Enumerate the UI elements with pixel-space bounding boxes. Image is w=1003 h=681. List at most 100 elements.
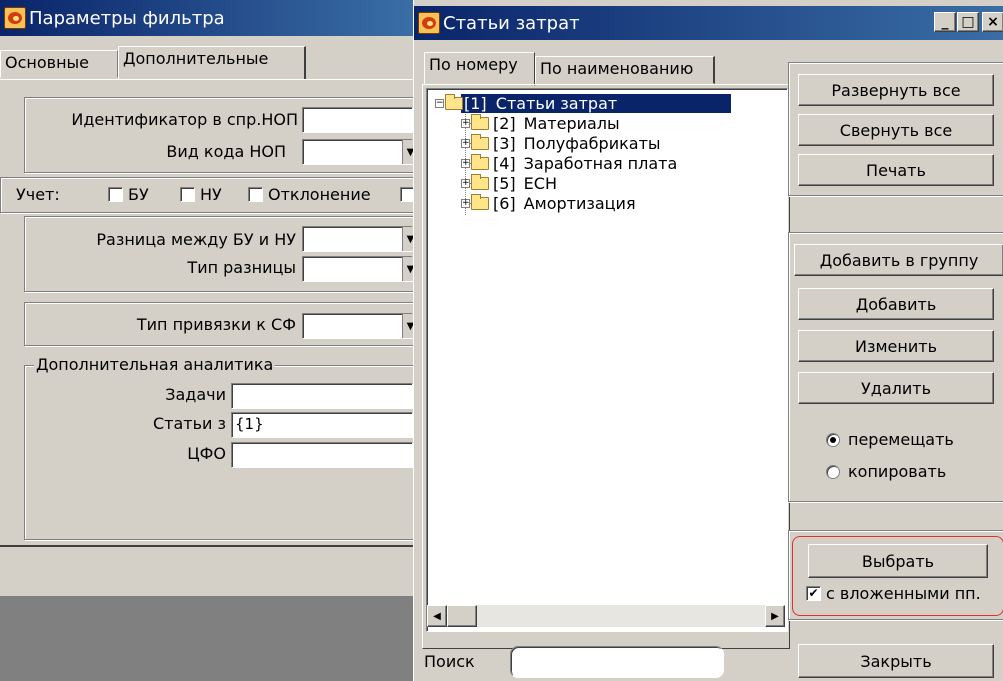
tab-by-number[interactable]: По номеру xyxy=(424,52,535,86)
tree-item-num: [4] xyxy=(493,153,516,173)
sf-combo[interactable]: ▼ xyxy=(302,313,418,339)
horizontal-scrollbar[interactable]: ◀ ▶ xyxy=(427,605,785,627)
sf-label: Тип привязки к СФ xyxy=(136,315,296,334)
articles-label: Статьи з xyxy=(152,414,226,433)
edit-button[interactable]: Изменить xyxy=(798,330,994,362)
diff-label: Разница между БУ и НУ xyxy=(96,230,296,249)
delete-button[interactable]: Удалить xyxy=(798,372,994,404)
bu-checkbox[interactable] xyxy=(108,187,123,202)
add-to-group-button[interactable]: Добавить в группу xyxy=(794,244,1003,276)
tasks-label: Задачи xyxy=(165,385,226,404)
nested-checkbox-row[interactable]: ✔ с вложенными пп. xyxy=(806,584,981,603)
filter-window-footer xyxy=(0,596,413,681)
tab-additional[interactable]: Дополнительные xyxy=(118,46,306,80)
folder-icon xyxy=(471,133,489,150)
tree-item[interactable]: + [6] Амортизация xyxy=(461,193,636,213)
id-nop-label: Идентификатор в спр.НОП xyxy=(71,110,298,129)
tree-item[interactable]: + [3] Полуфабрикаты xyxy=(461,133,661,153)
filter-window: Параметры фильтра Основные Дополнительны… xyxy=(0,0,418,681)
radio-move[interactable]: перемещать xyxy=(826,430,954,449)
analytics-legend: Дополнительная аналитика xyxy=(34,355,276,374)
expand-icon[interactable]: + xyxy=(461,158,470,168)
collapse-all-button[interactable]: Свернуть все xyxy=(798,114,994,146)
folder-icon xyxy=(471,173,489,190)
filter-window-title: Параметры фильтра xyxy=(29,7,225,29)
radio-button[interactable] xyxy=(826,432,840,447)
tree-item-name: Материалы xyxy=(523,113,620,133)
expand-all-button[interactable]: Развернуть все xyxy=(798,74,994,106)
folder-icon xyxy=(471,193,489,210)
code-nop-combo[interactable]: ▼ xyxy=(302,139,418,165)
close-window-button[interactable]: × xyxy=(982,12,1003,32)
articles-input[interactable]: {1} xyxy=(231,412,413,438)
chevron-left-icon: ◀ xyxy=(433,610,441,622)
radio-copy-label: копировать xyxy=(848,462,947,481)
tree-item-num: [6] xyxy=(493,193,516,213)
search-input[interactable] xyxy=(510,646,724,678)
folder-icon xyxy=(445,93,463,110)
tasks-input[interactable] xyxy=(231,383,413,409)
print-button[interactable]: Печать xyxy=(798,154,994,186)
chevron-right-icon: ▶ xyxy=(771,610,779,622)
cost-tree[interactable]: − [1] Статьи затрат + [2] Материалы + [3… xyxy=(426,88,788,632)
folder-icon xyxy=(471,113,489,130)
tree-item-num: [2] xyxy=(493,113,516,133)
expand-icon[interactable]: + xyxy=(461,178,470,188)
radio-button[interactable] xyxy=(826,464,840,479)
add-button[interactable]: Добавить xyxy=(798,288,994,320)
id-nop-input[interactable] xyxy=(302,107,413,133)
tree-item-name: Амортизация xyxy=(523,193,636,213)
diff-type-combo[interactable]: ▼ xyxy=(302,256,418,282)
nested-checkbox[interactable]: ✔ xyxy=(806,586,821,601)
articles-value: {1} xyxy=(235,415,264,433)
expand-icon[interactable]: + xyxy=(461,138,470,148)
tab-by-name[interactable]: По наименованию xyxy=(535,56,715,84)
tree-item[interactable]: + [2] Материалы xyxy=(461,113,620,133)
tree-item-num: [1] xyxy=(464,93,487,113)
deviation-checkbox[interactable] xyxy=(248,187,263,202)
cost-window: Статьи затрат _ □ × По номеру По наимено… xyxy=(413,0,1003,681)
tree-item-name: Статьи затрат xyxy=(495,93,618,113)
search-label: Поиск xyxy=(424,652,475,671)
app-icon xyxy=(418,12,440,34)
nu-checkbox[interactable] xyxy=(180,187,195,202)
filter-window-titlebar[interactable]: Параметры фильтра xyxy=(0,0,413,36)
deviation-label: Отклонение xyxy=(268,185,371,204)
tab-basic[interactable]: Основные xyxy=(0,50,118,78)
code-nop-label: Вид кода НОП xyxy=(166,142,286,161)
cfo-label: ЦФО xyxy=(187,444,226,463)
tree-item-num: [5] xyxy=(493,173,516,193)
tree-item-name: ЕСН xyxy=(523,173,557,193)
diff-combo[interactable]: ▼ xyxy=(302,226,418,252)
radio-selected-dot xyxy=(830,436,836,443)
scroll-right-button[interactable]: ▶ xyxy=(765,605,785,627)
minimize-button[interactable]: _ xyxy=(934,12,956,32)
tree-item-name: Полуфабрикаты xyxy=(523,133,661,153)
tree-item-selection: [1] Статьи затрат xyxy=(461,93,731,113)
app-icon xyxy=(4,7,26,29)
select-button[interactable]: Выбрать xyxy=(808,544,988,578)
expand-icon[interactable]: + xyxy=(461,198,470,208)
diff-type-label: Тип разницы xyxy=(187,258,296,277)
expand-icon[interactable]: + xyxy=(461,118,470,128)
radio-copy[interactable]: копировать xyxy=(826,462,946,481)
tree-item-root[interactable]: − [1] Статьи затрат xyxy=(435,93,731,113)
scroll-thumb[interactable] xyxy=(447,605,477,627)
check-icon: ✔ xyxy=(808,586,819,600)
scroll-left-button[interactable]: ◀ xyxy=(427,605,447,627)
bu-label: БУ xyxy=(128,185,149,204)
close-button[interactable]: Закрыть xyxy=(798,644,994,678)
folder-icon xyxy=(471,153,489,170)
collapse-icon[interactable]: − xyxy=(435,98,444,108)
tree-item-name: Заработная плата xyxy=(523,153,678,173)
radio-move-label: перемещать xyxy=(848,430,954,449)
cost-window-title: Статьи затрат xyxy=(443,12,580,34)
uchet-label: Учет: xyxy=(16,185,60,204)
maximize-button[interactable]: □ xyxy=(957,12,979,32)
tree-item-num: [3] xyxy=(493,133,516,153)
nested-checkbox-label: с вложенными пп. xyxy=(826,584,981,603)
tree-item[interactable]: + [4] Заработная плата xyxy=(461,153,677,173)
cfo-input[interactable] xyxy=(231,442,413,468)
tree-item[interactable]: + [5] ЕСН xyxy=(461,173,557,193)
cost-window-titlebar[interactable]: Статьи затрат xyxy=(414,6,1003,40)
